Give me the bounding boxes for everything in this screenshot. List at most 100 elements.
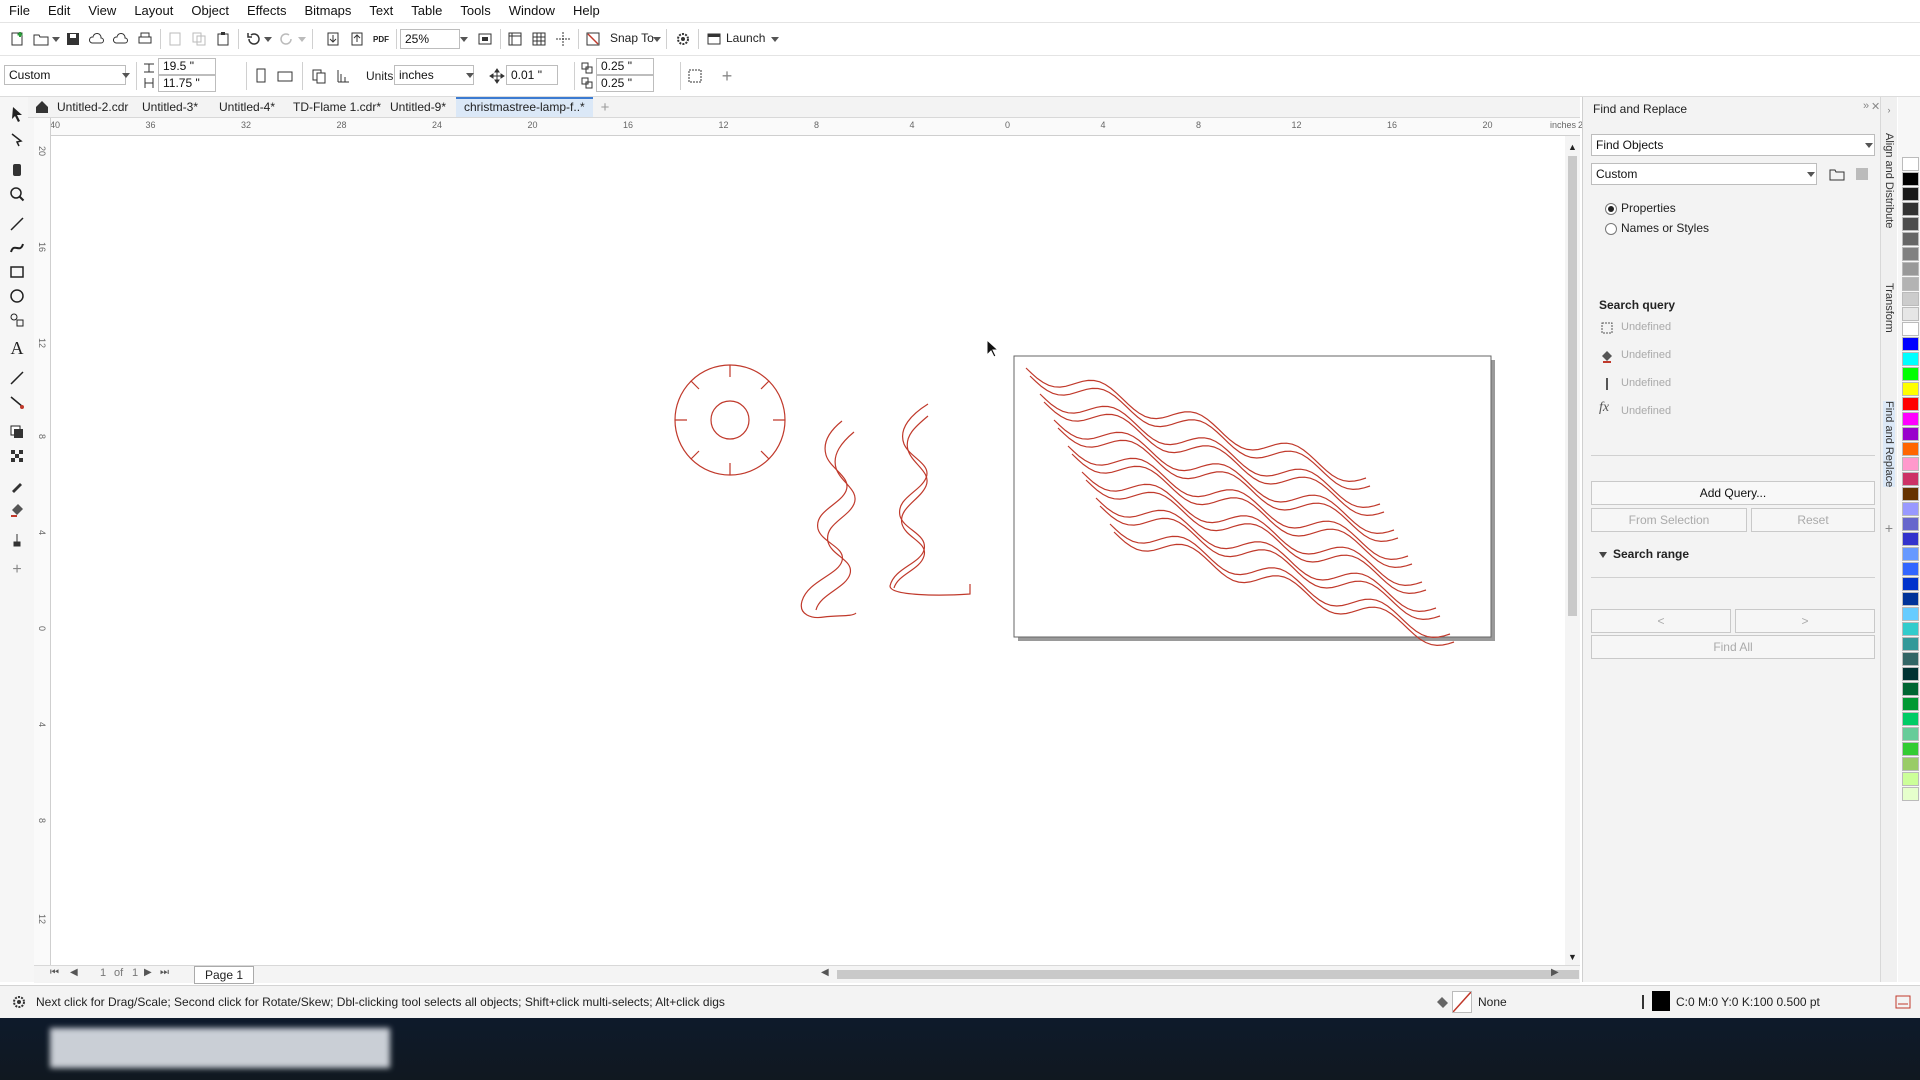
palette-swatch[interactable] [1902,187,1919,201]
landscape-icon[interactable] [274,65,296,87]
current-page-icon[interactable] [332,65,354,87]
search-range-heading[interactable]: Search range [1613,547,1689,561]
cloud-export-icon[interactable] [110,28,132,50]
palette-swatch[interactable] [1902,487,1919,501]
vertical-scrollbar[interactable]: ▲ ▼ [1565,136,1580,970]
launch-label[interactable]: Launch [726,31,765,45]
launch-dropdown-icon[interactable] [771,37,779,42]
transparency-icon[interactable] [5,445,29,467]
status-gear-icon[interactable] [8,991,30,1013]
tab-td-flame[interactable]: TD-Flame 1.cdr* [285,97,389,117]
shape-tool-icon[interactable] [5,129,29,151]
vertical-scroll-thumb[interactable] [1568,156,1577,616]
units-dropdown[interactable]: inches [394,65,474,85]
horizontal-scroll-thumb[interactable] [837,970,1579,979]
palette-swatch[interactable] [1902,292,1919,306]
palette-swatch[interactable] [1902,277,1919,291]
docker-expand-icon[interactable]: » [1863,100,1869,112]
menu-bitmaps[interactable]: Bitmaps [295,0,360,22]
redo-icon[interactable] [276,28,298,50]
snap-off-icon[interactable] [582,28,604,50]
palette-swatch[interactable] [1902,262,1919,276]
page-width-field[interactable]: 19.5 " [158,58,216,75]
open-query-icon[interactable] [1826,163,1848,185]
palette-swatch[interactable] [1902,337,1919,351]
cut-icon[interactable] [164,28,186,50]
freehand-tool-icon[interactable] [5,213,29,235]
palette-swatch[interactable] [1902,772,1919,786]
find-mode-dropdown-icon[interactable] [1865,143,1873,148]
palette-swatch[interactable] [1902,232,1919,246]
tab-untitled-2[interactable]: Untitled-2.cdr [49,97,136,117]
duplicate-y-field[interactable]: 0.25 " [596,75,654,92]
add-tool-icon[interactable]: + [5,559,29,581]
palette-swatch[interactable] [1902,757,1919,771]
print-icon[interactable] [134,28,156,50]
palette-swatch[interactable] [1902,547,1919,561]
new-document-icon[interactable] [6,28,28,50]
scroll-up-icon[interactable]: ▲ [1568,142,1577,152]
tab-align-distribute[interactable]: Align and Distribute [1883,133,1895,228]
show-guidelines-icon[interactable] [552,28,574,50]
menu-table[interactable]: Table [402,0,451,22]
palette-swatch[interactable] [1902,427,1919,441]
palette-swatch[interactable] [1902,637,1919,651]
all-pages-icon[interactable] [308,65,330,87]
new-tab-icon[interactable]: + [594,96,616,118]
paste-icon[interactable] [212,28,234,50]
add-icon[interactable]: + [716,65,738,87]
smart-fill-icon[interactable] [5,529,29,551]
outline-swatch[interactable] [1652,991,1670,1011]
undo-dropdown-icon[interactable] [264,37,272,42]
palette-swatch[interactable] [1902,727,1919,741]
full-screen-icon[interactable] [474,28,496,50]
menu-object[interactable]: Object [182,0,238,22]
query-row-fill[interactable]: Undefined [1621,349,1671,361]
artistic-media-icon[interactable] [5,237,29,259]
palette-swatch[interactable] [1902,712,1919,726]
query-row-effects[interactable]: Undefined [1621,405,1671,417]
page-next-icon[interactable]: ▶ [144,967,152,978]
palette-swatch[interactable] [1902,787,1919,801]
tab-christmastree-lamp[interactable]: christmastree-lamp-f..* [456,97,593,117]
treat-as-filled-icon[interactable] [684,65,706,87]
query-preset-dropdown[interactable]: Custom [1591,163,1817,185]
options-gear-icon[interactable] [672,28,694,50]
parallel-dimension-icon[interactable] [5,367,29,389]
find-mode-dropdown[interactable]: Find Objects [1591,134,1875,156]
reset-button[interactable]: Reset [1751,508,1875,532]
page-1-tab[interactable]: Page 1 [194,966,255,984]
from-selection-button[interactable]: From Selection [1591,508,1747,532]
palette-swatch[interactable] [1902,412,1919,426]
export-icon[interactable] [346,28,368,50]
docker-tabs-expand-icon[interactable]: › [1881,99,1897,121]
palette-swatch[interactable] [1902,517,1919,531]
open-icon[interactable] [30,28,52,50]
scroll-down-icon[interactable]: ▼ [1568,952,1577,962]
palette-swatch[interactable] [1902,682,1919,696]
portrait-icon[interactable] [250,65,272,87]
menu-file[interactable]: File [0,0,39,22]
eyedropper-icon[interactable] [5,475,29,497]
page-size-preset[interactable]: Custom [4,65,126,85]
palette-swatch[interactable] [1902,307,1919,321]
undo-icon[interactable] [242,28,264,50]
interactive-fill-icon[interactable] [5,499,29,521]
units-dropdown-icon[interactable] [466,73,474,78]
save-icon[interactable] [62,28,84,50]
palette-swatch[interactable] [1902,382,1919,396]
palette-swatch[interactable] [1902,457,1919,471]
pick-tool-icon[interactable] [5,103,29,125]
tab-find-replace[interactable]: Find and Replace [1883,401,1895,488]
ellipse-tool-icon[interactable] [5,285,29,307]
query-row-outline[interactable]: Undefined [1621,377,1671,389]
palette-swatch[interactable] [1902,742,1919,756]
palette-swatch[interactable] [1902,622,1919,636]
docker-close-icon[interactable]: ✕ [1871,100,1880,113]
connector-tool-icon[interactable] [5,391,29,413]
zoom-tool-icon[interactable] [5,183,29,205]
launch-icon[interactable] [703,28,725,50]
find-previous-button[interactable]: < [1591,609,1731,633]
query-preset-dropdown-icon[interactable] [1807,172,1815,177]
redo-dropdown-icon[interactable] [298,37,306,42]
